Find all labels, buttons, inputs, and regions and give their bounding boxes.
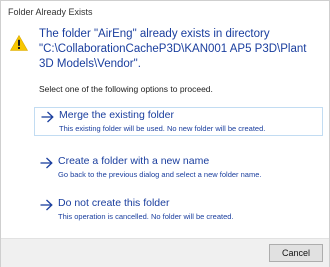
window-title: Folder Already Exists [8,7,93,17]
dialog-footer: Cancel [1,238,329,267]
warning-icon [10,35,28,51]
option-description: Go back to the previous dialog and selec… [58,170,262,179]
option-title: Merge the existing folder [59,109,174,121]
option-merge-existing-folder[interactable]: Merge the existing folder This existing … [34,107,323,136]
message-headline: The folder "AirEng" already exists in di… [39,28,307,70]
folder-exists-dialog: Folder Already Exists The folder "AirEng… [0,0,330,267]
option-title: Create a folder with a new name [58,155,210,167]
arrow-right-icon [40,199,53,211]
option-title: Do not create this folder [58,197,170,209]
arrow-right-icon [41,111,54,123]
option-do-not-create[interactable]: Do not create this folder This operation… [34,196,323,225]
option-description: This operation is cancelled. No folder w… [58,212,234,221]
title-bar: Folder Already Exists [1,1,329,23]
arrow-right-icon [40,157,53,169]
instruction-text: Select one of the following options to p… [39,84,213,94]
option-create-new-name[interactable]: Create a folder with a new name Go back … [34,154,323,183]
cancel-button[interactable]: Cancel [269,244,323,262]
option-description: This existing folder will be used. No ne… [59,124,266,133]
